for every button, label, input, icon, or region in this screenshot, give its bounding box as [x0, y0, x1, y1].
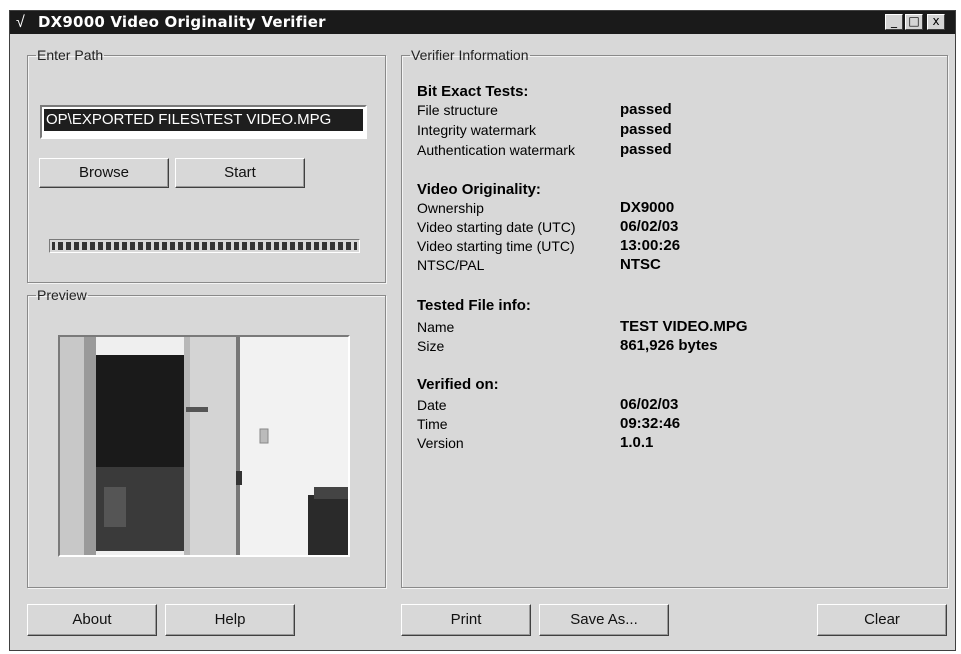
info-value: 1.0.1 [620, 434, 654, 451]
tested-file-heading: Tested File info: [417, 297, 531, 314]
app-window: √ DX9000 Video Originality Verifier _ □ … [9, 10, 956, 651]
info-value: 09:32:46 [620, 415, 681, 432]
close-button[interactable]: x [927, 14, 945, 30]
info-label: Name [417, 319, 455, 335]
info-label: Video starting time (UTC) [417, 238, 575, 254]
info-value: 06/02/03 [620, 396, 679, 413]
info-value: passed [620, 101, 672, 118]
info-value: 13:00:26 [620, 237, 681, 254]
path-input[interactable]: OP\EXPORTED FILES\TEST VIDEO.MPG [40, 105, 367, 139]
verifier-info-group: Verifier Information Bit Exact Tests: Fi… [401, 47, 948, 588]
preview-group: Preview [27, 287, 386, 588]
print-button[interactable]: Print [401, 604, 531, 636]
info-value: 06/02/03 [620, 218, 679, 235]
info-value: DX9000 [620, 199, 675, 216]
info-label: Authentication watermark [417, 142, 575, 158]
info-value: 861,926 bytes [620, 337, 718, 354]
verified-on-heading: Verified on: [417, 376, 499, 393]
clear-button[interactable]: Clear [817, 604, 947, 636]
info-label: Size [417, 338, 445, 354]
preview-image [60, 337, 348, 555]
info-label: Time [417, 416, 448, 432]
info-label: File structure [417, 102, 498, 118]
info-value: TEST VIDEO.MPG [620, 318, 748, 335]
window-title: DX9000 Video Originality Verifier [38, 13, 326, 31]
path-input-value: OP\EXPORTED FILES\TEST VIDEO.MPG [44, 109, 363, 131]
info-value: NTSC [620, 256, 661, 273]
enter-path-group: Enter Path OP\EXPORTED FILES\TEST VIDEO.… [27, 47, 386, 283]
info-label: Video starting date (UTC) [417, 219, 576, 235]
video-preview [58, 335, 350, 557]
info-value: passed [620, 121, 672, 138]
info-label: Ownership [417, 200, 484, 216]
minimize-button[interactable]: _ [885, 14, 903, 30]
info-label: Integrity watermark [417, 122, 537, 138]
progress-bar [49, 239, 360, 253]
verifier-info-legend: Verifier Information [411, 47, 529, 63]
info-label: Version [417, 435, 464, 451]
checkmark-icon: √ [16, 14, 25, 31]
info-value: passed [620, 141, 672, 158]
bit-exact-heading: Bit Exact Tests: [417, 83, 529, 100]
video-originality-heading: Video Originality: [417, 181, 541, 198]
preview-legend: Preview [37, 287, 87, 303]
info-label: NTSC/PAL [417, 257, 485, 273]
maximize-button[interactable]: □ [905, 14, 923, 30]
info-label: Date [417, 397, 447, 413]
save-as-button[interactable]: Save As... [539, 604, 669, 636]
help-button[interactable]: Help [165, 604, 295, 636]
title-bar[interactable]: √ DX9000 Video Originality Verifier _ □ … [10, 11, 955, 34]
start-button[interactable]: Start [175, 158, 305, 188]
enter-path-legend: Enter Path [37, 47, 104, 63]
browse-button[interactable]: Browse [39, 158, 169, 188]
about-button[interactable]: About [27, 604, 157, 636]
